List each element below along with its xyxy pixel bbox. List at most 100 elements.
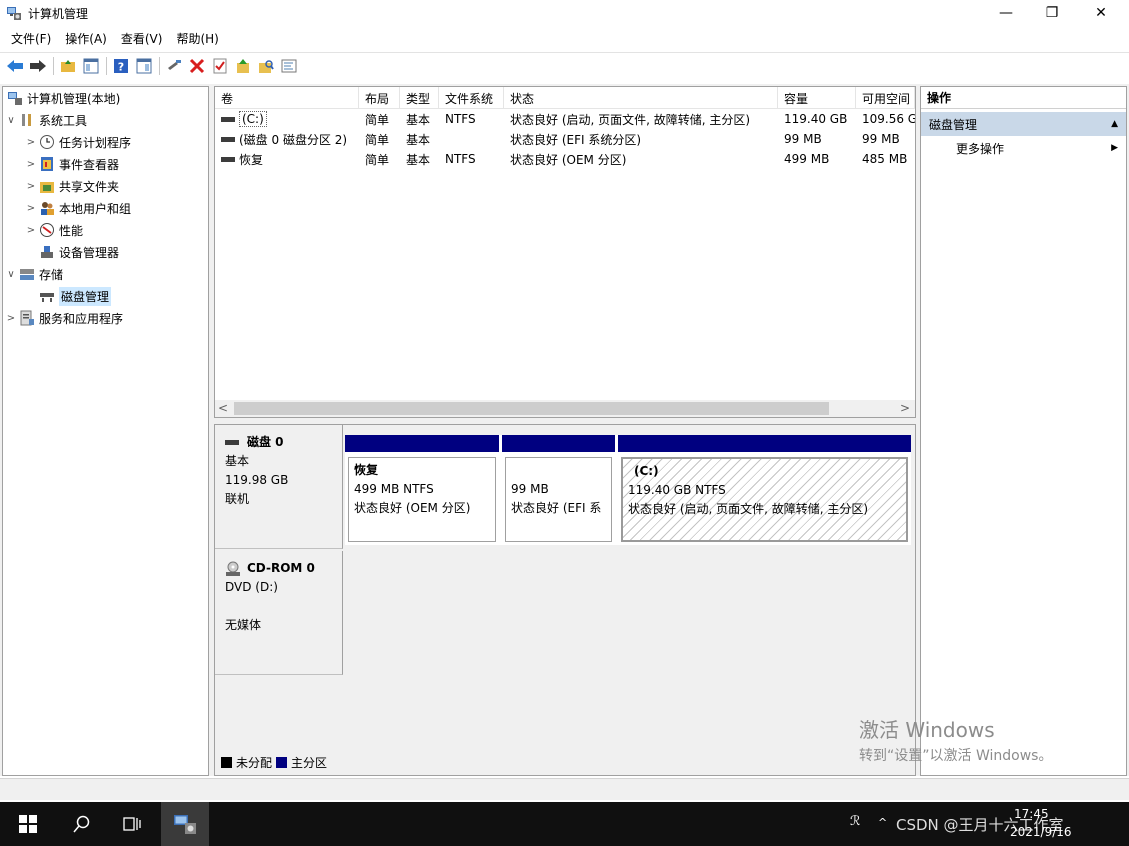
disk-type: 基本 — [225, 454, 250, 468]
disk-0-label[interactable]: 磁盘 0 基本 119.98 GB 联机 — [215, 425, 343, 549]
volume-status: 状态良好 (OEM 分区) — [510, 152, 627, 167]
volume-name: (C:) — [239, 111, 267, 127]
tree-item-system-tools[interactable]: ∨ 系统工具 — [5, 109, 87, 131]
disk-0-partitions: 恢复 499 MB NTFS 状态良好 (OEM 分区) 99 MB 状态良好 … — [345, 435, 911, 545]
tree-item-device-manager[interactable]: 设备管理器 — [37, 241, 119, 263]
partition-status: 状态良好 (启动, 页面文件, 故障转储, 主分区) — [628, 502, 869, 516]
help-icon[interactable]: ? — [110, 55, 132, 77]
menu-view[interactable]: 查看(V) — [116, 30, 168, 47]
tree-item-local-users[interactable]: > 本地用户和组 — [25, 197, 131, 219]
tray-chevron-icon[interactable]: ^ — [878, 816, 887, 829]
toolbar: ? — [0, 52, 1129, 78]
column-header-volume[interactable]: 卷 — [215, 87, 359, 109]
show-hide-tree-icon[interactable] — [80, 55, 102, 77]
tree-item-computer-management[interactable]: 计算机管理(本地) — [5, 87, 120, 109]
column-header-layout[interactable]: 布局 — [359, 87, 400, 109]
forward-icon[interactable] — [27, 55, 49, 77]
taskbar-date[interactable]: 2021/9/16 — [1010, 825, 1072, 839]
menu-file[interactable]: 文件(F) — [6, 30, 56, 47]
column-header-type[interactable]: 类型 — [400, 87, 439, 109]
close-button[interactable]: ✕ — [1078, 0, 1124, 26]
delete-icon[interactable] — [186, 55, 208, 77]
users-icon — [41, 202, 54, 215]
partition-c-drive[interactable]: (C:) 119.40 GB NTFS 状态良好 (启动, 页面文件, 故障转储… — [618, 435, 911, 545]
tree-item-disk-management[interactable]: 磁盘管理 — [37, 285, 112, 307]
column-header-free-space[interactable]: 可用空间 — [856, 87, 915, 109]
column-header-capacity[interactable]: 容量 — [778, 87, 856, 109]
scroll-left-icon[interactable]: < — [218, 401, 228, 415]
back-icon[interactable] — [4, 55, 26, 77]
table-row[interactable]: (C:) 简单 基本 NTFS 状态良好 (启动, 页面文件, 故障转储, 主分… — [215, 109, 915, 129]
volume-icon — [221, 116, 235, 122]
storage-icon — [20, 269, 34, 280]
tree-item-task-scheduler[interactable]: > 任务计划程序 — [25, 131, 131, 153]
expander-icon[interactable]: > — [5, 313, 17, 324]
connect-icon[interactable] — [163, 55, 185, 77]
tree-item-event-viewer[interactable]: > 事件查看器 — [25, 153, 119, 175]
primary-partition-swatch — [276, 757, 288, 768]
expander-icon[interactable]: > — [25, 203, 37, 214]
expander-icon[interactable]: > — [25, 137, 37, 148]
volume-layout: 简单 — [365, 152, 390, 167]
partition-status: 状态良好 (EFI 系 — [511, 501, 602, 515]
table-row[interactable]: (磁盘 0 磁盘分区 2) 简单 基本 状态良好 (EFI 系统分区) 99 M… — [215, 129, 915, 149]
services-icon — [20, 310, 34, 326]
menu-action[interactable]: 操作(A) — [60, 30, 112, 47]
taskbar-time[interactable]: 17:45 — [1014, 807, 1049, 821]
volume-free-space: 109.56 GB — [862, 112, 915, 126]
search-button[interactable] — [58, 802, 106, 846]
actions-header: 操作 — [921, 87, 1126, 109]
expander-icon[interactable]: ∨ — [5, 269, 17, 280]
menu-help[interactable]: 帮助(H) — [171, 30, 223, 47]
taskbar-computer-management[interactable] — [161, 802, 209, 846]
task-view-icon — [123, 817, 141, 831]
show-action-pane-icon[interactable] — [133, 55, 155, 77]
volume-free-space: 485 MB — [862, 152, 908, 166]
up-folder-icon[interactable] — [57, 55, 79, 77]
action-more-actions[interactable]: 更多操作 ▶ — [921, 136, 1126, 160]
disk-layout-pane: 磁盘 0 基本 119.98 GB 联机 恢复 499 MB NTFS 状态良好… — [214, 424, 916, 776]
people-icon[interactable]: ℛ — [850, 814, 860, 829]
device-manager-icon — [41, 246, 53, 258]
tree-item-services-and-apps[interactable]: > 服务和应用程序 — [5, 307, 123, 329]
console-icon[interactable] — [278, 55, 300, 77]
properties-icon[interactable] — [209, 55, 231, 77]
volume-filesystem — [439, 129, 504, 149]
unallocated-swatch — [221, 757, 232, 768]
column-header-filesystem[interactable]: 文件系统 — [439, 87, 504, 109]
computer-management-icon — [174, 815, 196, 834]
minimize-button[interactable]: — — [983, 0, 1029, 26]
partition-title: (C:) — [634, 464, 659, 478]
disk-name: CD-ROM 0 — [247, 561, 315, 575]
expander-icon[interactable]: ∨ — [5, 115, 17, 126]
table-row[interactable]: 恢复 简单 基本 NTFS 状态良好 (OEM 分区) 499 MB 485 M… — [215, 149, 915, 169]
computer-management-icon — [7, 7, 21, 20]
expander-icon[interactable]: > — [25, 159, 37, 170]
collapse-icon[interactable]: ▲ — [1111, 119, 1118, 129]
volume-status: 状态良好 (EFI 系统分区) — [510, 132, 642, 147]
actions-section-disk-management[interactable]: 磁盘管理 ▲ — [921, 112, 1126, 136]
tree-item-storage[interactable]: ∨ 存储 — [5, 263, 63, 285]
expander-icon[interactable]: > — [25, 181, 37, 192]
tree-item-performance[interactable]: > 性能 — [25, 219, 83, 241]
import-icon[interactable] — [232, 55, 254, 77]
search-folder-icon[interactable] — [255, 55, 277, 77]
scroll-right-icon[interactable]: > — [900, 401, 910, 415]
watermark-subtitle: 转到“设置”以激活 Windows。 — [859, 748, 1053, 764]
cdrom-0-label[interactable]: CD-ROM 0 DVD (D:) 无媒体 — [215, 551, 343, 675]
volume-capacity: 499 MB — [784, 152, 830, 166]
task-view-button[interactable] — [108, 802, 156, 846]
partition-efi[interactable]: 99 MB 状态良好 (EFI 系 — [502, 435, 615, 545]
partition-recovery[interactable]: 恢复 499 MB NTFS 状态良好 (OEM 分区) — [345, 435, 499, 545]
horizontal-scrollbar[interactable]: < > — [215, 400, 915, 417]
start-button[interactable] — [4, 802, 52, 846]
performance-icon — [40, 223, 54, 237]
column-header-status[interactable]: 状态 — [504, 87, 778, 109]
tree-item-shared-folders[interactable]: > 共享文件夹 — [25, 175, 119, 197]
scrollbar-thumb[interactable] — [234, 402, 829, 415]
volume-icon — [221, 136, 235, 142]
partition-title — [511, 461, 606, 480]
expander-icon[interactable]: > — [25, 225, 37, 236]
restore-button[interactable]: ❐ — [1029, 0, 1075, 26]
disk-size — [225, 597, 332, 616]
